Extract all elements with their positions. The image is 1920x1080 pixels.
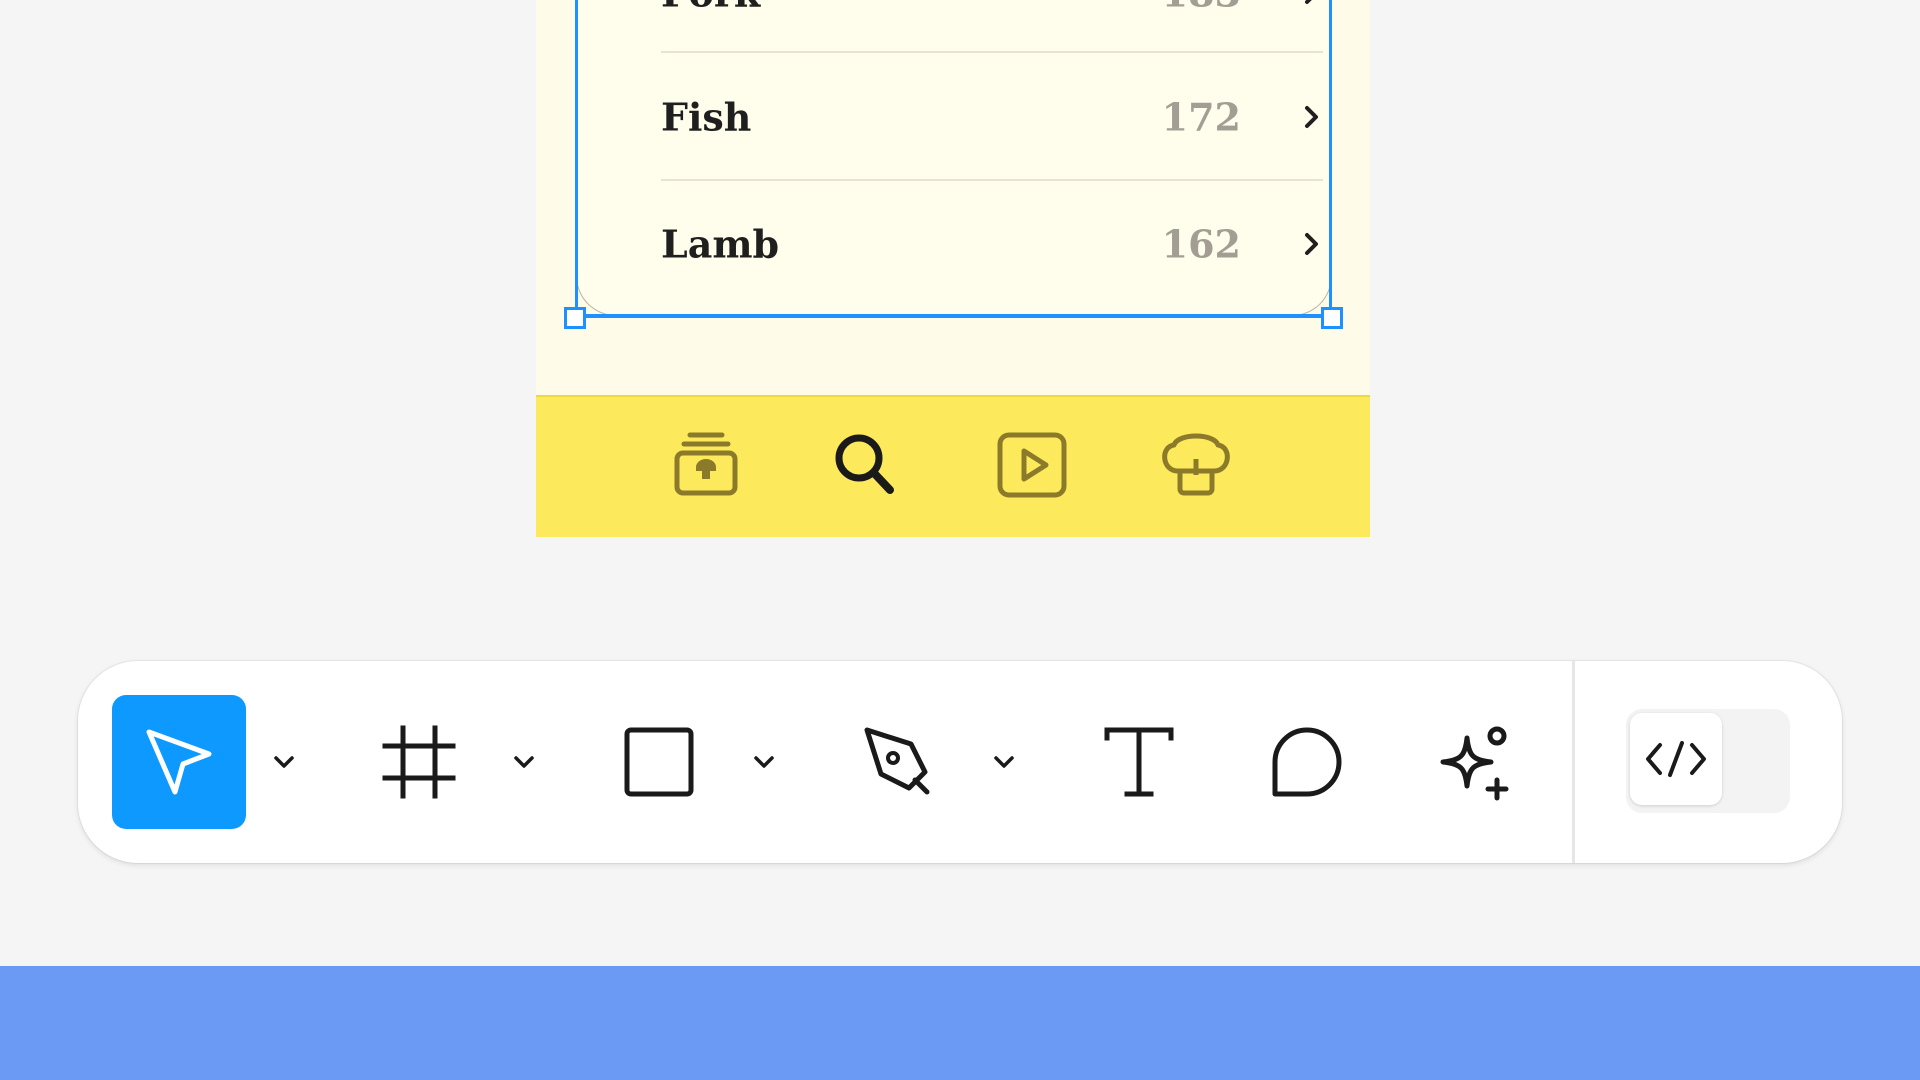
comment-tool-button[interactable] [1240,695,1374,829]
cursor-arrow-icon [146,729,212,795]
search-icon[interactable] [826,425,906,505]
recipe-box-icon[interactable] [666,425,746,505]
play-video-icon[interactable] [992,425,1072,505]
selection-box[interactable] [564,0,1343,329]
frame-grid-icon [382,725,456,799]
chevron-down-icon[interactable] [509,747,539,777]
design-toolbar [78,661,1842,863]
pen-nib-icon [864,727,930,795]
bottom-color-band [0,966,1920,1080]
rectangle-icon [624,727,694,797]
resize-handle-bottom-left[interactable] [564,307,586,329]
chevron-down-icon[interactable] [989,747,1019,777]
app-tab-bar [536,395,1370,537]
chevron-down-icon[interactable] [269,747,299,777]
resize-handle-bottom-right[interactable] [1321,307,1343,329]
toolbar-divider [1572,661,1575,863]
dev-mode-toggle[interactable] [1626,709,1790,813]
dev-mode-button[interactable] [1630,713,1722,805]
move-tool-button[interactable] [112,695,246,829]
ai-tool-button[interactable] [1406,695,1540,829]
pen-tool-button[interactable] [832,695,966,829]
code-brackets-icon [1646,741,1706,777]
comment-bubble-icon [1272,727,1342,797]
text-tool-button[interactable] [1072,695,1206,829]
rectangle-tool-button[interactable] [592,695,726,829]
chevron-down-icon[interactable] [749,747,779,777]
text-t-icon [1104,727,1174,797]
chef-hat-icon[interactable] [1156,425,1236,505]
frame-tool-button[interactable] [352,695,486,829]
sparkle-plus-icon [1440,726,1509,801]
